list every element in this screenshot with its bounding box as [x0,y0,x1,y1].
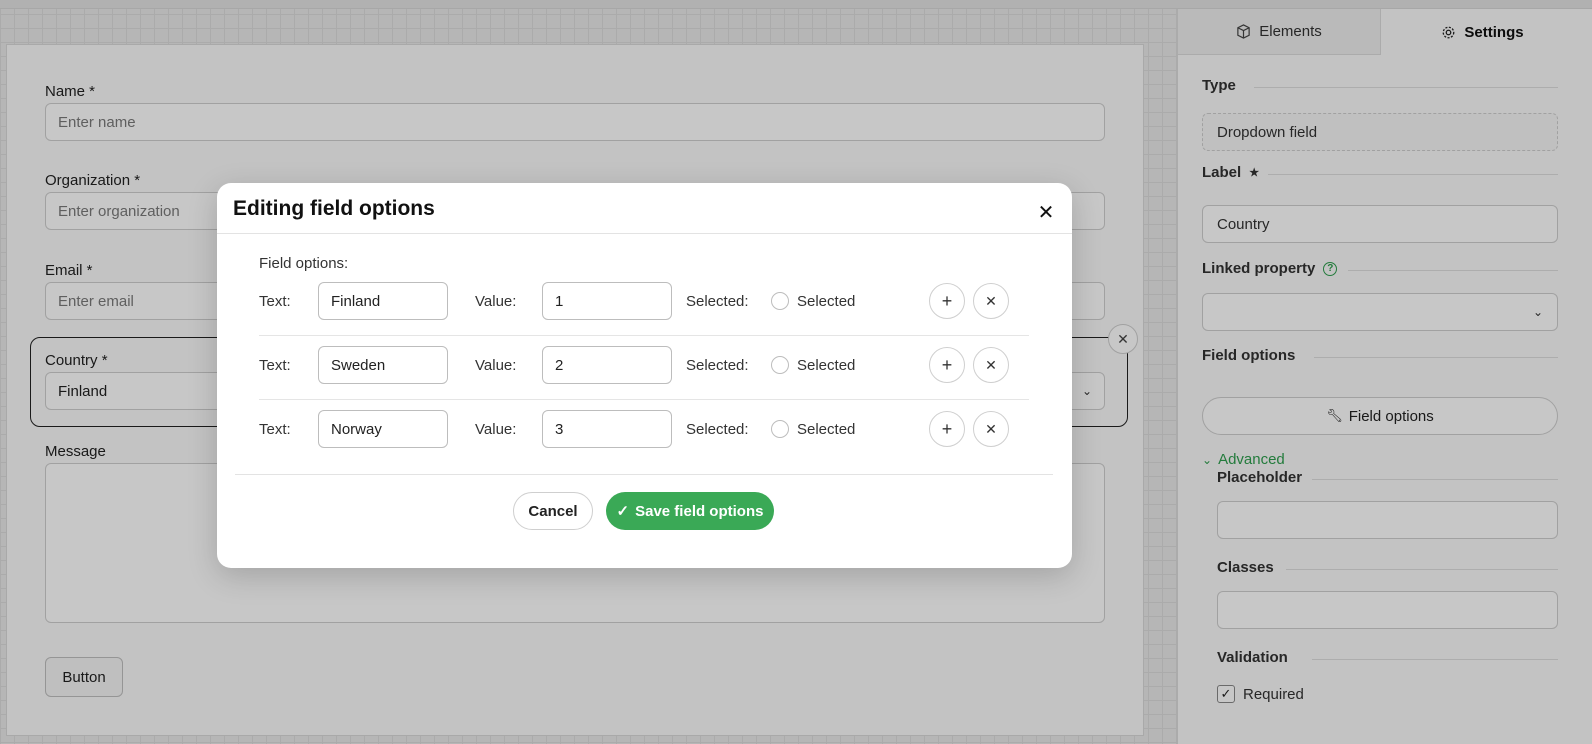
remove-option-button[interactable]: ✕ [973,283,1009,319]
plus-icon: + [941,354,953,375]
modal-title: Editing field options [233,197,435,220]
value-label: Value: [475,420,517,438]
option-row: Text: Finland Value: 1 Selected: Selecte… [259,272,1029,336]
option-value-input[interactable]: 1 [542,282,672,320]
radio-circle[interactable] [771,420,789,438]
text-label: Text: [259,292,291,310]
field-options-label: Field options: [259,255,349,272]
option-value-input[interactable]: 3 [542,410,672,448]
option-value-input[interactable]: 2 [542,346,672,384]
field-options-modal: Editing field options ✕ Field options: T… [217,183,1072,568]
selected-label: Selected: [686,420,749,438]
remove-option-button[interactable]: ✕ [973,347,1009,383]
text-label: Text: [259,420,291,438]
radio-circle[interactable] [771,356,789,374]
option-row: Text: Norway Value: 3 Selected: Selected… [259,400,1029,464]
close-icon: ✕ [985,420,997,437]
add-option-button[interactable]: + [929,283,965,319]
divider [217,233,1072,234]
option-text-input[interactable]: Norway [318,410,448,448]
add-option-button[interactable]: + [929,411,965,447]
selected-radio-label: Selected [797,292,856,310]
selected-radio[interactable]: Selected [771,346,855,384]
close-icon: ✕ [1037,201,1055,224]
option-row: Text: Sweden Value: 2 Selected: Selected… [259,336,1029,400]
close-icon: ✕ [985,356,997,373]
save-button-label: Save field options [635,502,764,520]
radio-circle[interactable] [771,292,789,310]
check-icon: ✓ [616,503,630,520]
selected-label: Selected: [686,292,749,310]
value-label: Value: [475,356,517,374]
text-label: Text: [259,356,291,374]
save-field-options-button[interactable]: ✓ Save field options [606,492,774,530]
cancel-button[interactable]: Cancel [513,492,593,530]
selected-radio[interactable]: Selected [771,282,855,320]
remove-option-button[interactable]: ✕ [973,411,1009,447]
plus-icon: + [941,418,953,439]
plus-icon: + [941,290,953,311]
option-text-input[interactable]: Sweden [318,346,448,384]
selected-label: Selected: [686,356,749,374]
value-label: Value: [475,292,517,310]
selected-radio-label: Selected [797,356,856,374]
add-option-button[interactable]: + [929,347,965,383]
selected-radio-label: Selected [797,420,856,438]
divider [235,474,1053,475]
modal-close-button[interactable]: ✕ [1035,201,1057,224]
selected-radio[interactable]: Selected [771,410,855,448]
option-text-input[interactable]: Finland [318,282,448,320]
close-icon: ✕ [985,292,997,309]
